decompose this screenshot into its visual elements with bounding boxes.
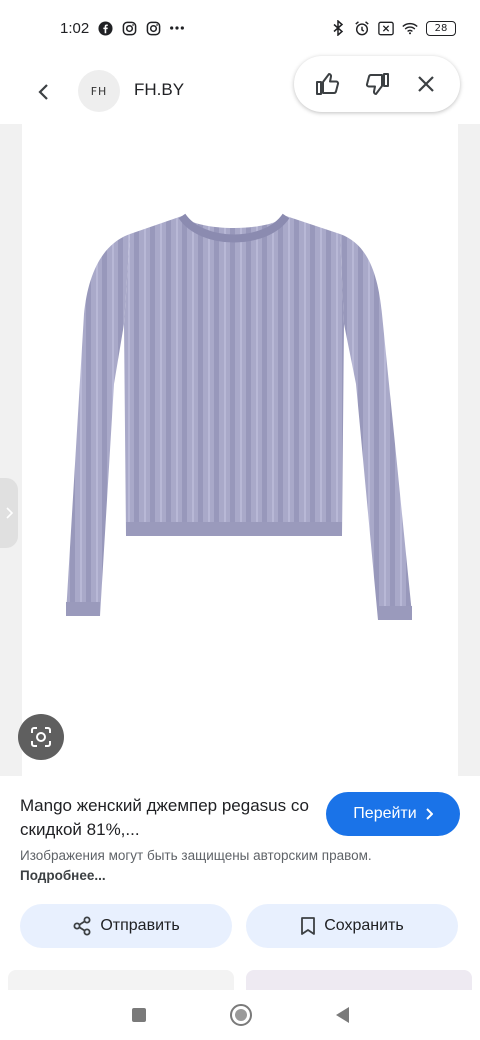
- sweater-image: [66, 213, 412, 620]
- share-button[interactable]: Отправить: [20, 904, 232, 948]
- instagram-icon: [121, 20, 137, 36]
- save-label: Сохранить: [324, 917, 404, 934]
- chevron-left-icon: [38, 84, 48, 100]
- status-notification-icons: [97, 20, 185, 36]
- back-nav-button[interactable]: [335, 1007, 349, 1023]
- status-bar: 1:02 28: [0, 0, 480, 56]
- back-button[interactable]: [30, 78, 58, 106]
- bookmark-icon: [301, 917, 316, 935]
- more-link[interactable]: Подробнее...: [20, 868, 106, 883]
- close-icon: [417, 76, 434, 92]
- chevron-right-icon: [6, 507, 13, 519]
- alarm-icon: [354, 20, 370, 36]
- more-dots-icon: [169, 20, 185, 36]
- status-system-icons: 28: [330, 20, 456, 36]
- action-buttons: Отправить Сохранить: [0, 904, 480, 950]
- home-icon: [234, 1009, 247, 1021]
- instagram-icon: [145, 20, 161, 36]
- home-button[interactable]: [229, 1004, 252, 1026]
- thumbs-up-icon: [316, 73, 340, 95]
- share-label: Отправить: [100, 917, 180, 934]
- image-preview: [0, 124, 480, 776]
- site-logo[interactable]: FH: [78, 70, 120, 112]
- facebook-icon: [97, 20, 113, 36]
- battery-icon: 28: [426, 20, 456, 36]
- wifi-icon: [402, 20, 418, 36]
- chevron-right-icon: [425, 808, 433, 820]
- system-nav-bar: [0, 990, 480, 1040]
- product-title[interactable]: Mango женский джемпер pegasus со скидкой…: [20, 794, 310, 842]
- side-panel-tab[interactable]: [0, 478, 18, 548]
- related-result-card[interactable]: [246, 970, 472, 990]
- result-info: Mango женский джемпер pegasus со скидкой…: [0, 776, 480, 906]
- close-button[interactable]: [408, 66, 444, 102]
- google-lens-button[interactable]: [18, 714, 64, 760]
- product-image[interactable]: [22, 124, 458, 776]
- visit-button-label: Перейти: [353, 805, 417, 822]
- thumbs-up-button[interactable]: [310, 66, 346, 102]
- thumbs-down-icon: [365, 73, 389, 95]
- related-result-card[interactable]: [8, 970, 234, 990]
- visit-button[interactable]: Перейти: [326, 792, 460, 836]
- recents-button[interactable]: [131, 1008, 146, 1022]
- copyright-text: Изображения могут быть защищены авторски…: [20, 848, 372, 863]
- thumbs-down-button[interactable]: [359, 66, 395, 102]
- related-results-peek: [0, 970, 480, 990]
- lens-icon: [31, 727, 51, 747]
- status-time: 1:02: [60, 19, 90, 37]
- no-sim-icon: [378, 20, 394, 36]
- copyright-notice: Изображения могут быть защищены авторски…: [20, 846, 380, 886]
- site-name[interactable]: FH.BY: [134, 80, 184, 100]
- share-icon: [73, 916, 91, 936]
- bluetooth-icon: [330, 20, 346, 36]
- save-button[interactable]: Сохранить: [246, 904, 458, 948]
- feedback-toolbar: [294, 56, 460, 112]
